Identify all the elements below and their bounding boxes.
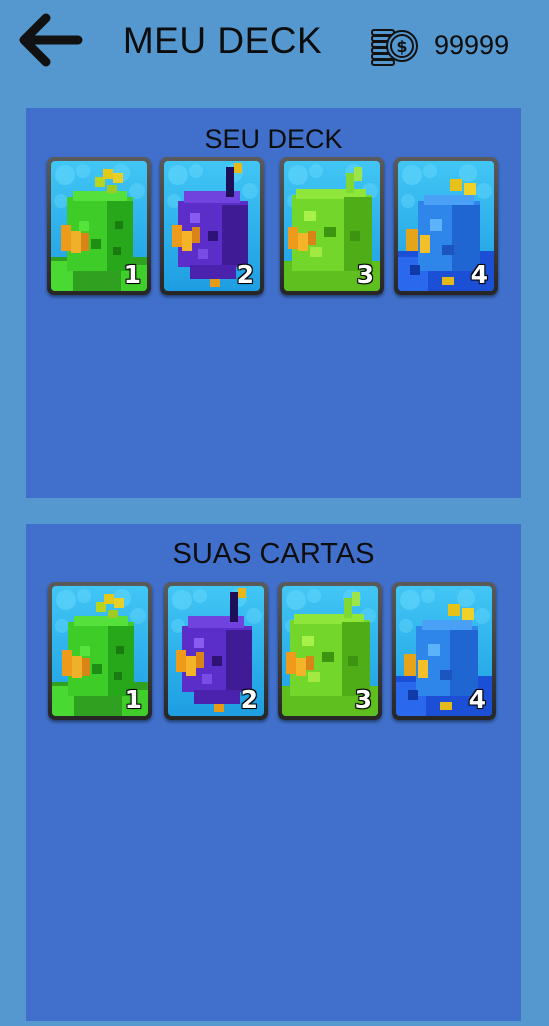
coin-stack-icon: $ (370, 24, 420, 68)
collection-panel: SUAS CARTAS 1 2 3 4 (26, 524, 521, 1021)
collection-card-row: 1 2 3 4 (26, 582, 521, 722)
deck-panel: SEU DECK 1 2 3 4 (26, 108, 521, 498)
card-level: 1 (124, 685, 142, 714)
back-button[interactable] (16, 12, 84, 70)
svg-text:$: $ (396, 37, 407, 56)
arrow-left-icon (19, 13, 83, 67)
collection-card-4[interactable]: 4 (392, 582, 496, 720)
collection-card-2[interactable]: 2 (164, 582, 268, 720)
deck-panel-title: SEU DECK (204, 124, 343, 154)
deck-card-1[interactable]: 1 (47, 157, 151, 295)
collection-card-1[interactable]: 1 (48, 582, 152, 720)
deck-card-4[interactable]: 4 (394, 157, 498, 295)
collection-card-3[interactable]: 3 (278, 582, 382, 720)
card-level: 2 (240, 685, 258, 714)
card-level: 1 (123, 260, 141, 289)
card-level: 3 (356, 260, 374, 289)
card-level: 4 (470, 260, 488, 289)
deck-card-3[interactable]: 3 (280, 157, 384, 295)
card-level: 2 (236, 260, 254, 289)
page-title: MEU DECK (122, 20, 323, 61)
collection-panel-title: SUAS CARTAS (172, 538, 375, 570)
deck-card-row: 1 2 3 4 (26, 157, 521, 297)
deck-card-2[interactable]: 2 (160, 157, 264, 295)
card-level: 3 (354, 685, 372, 714)
coin-count: 99999 (434, 30, 510, 60)
card-level: 4 (468, 685, 486, 714)
